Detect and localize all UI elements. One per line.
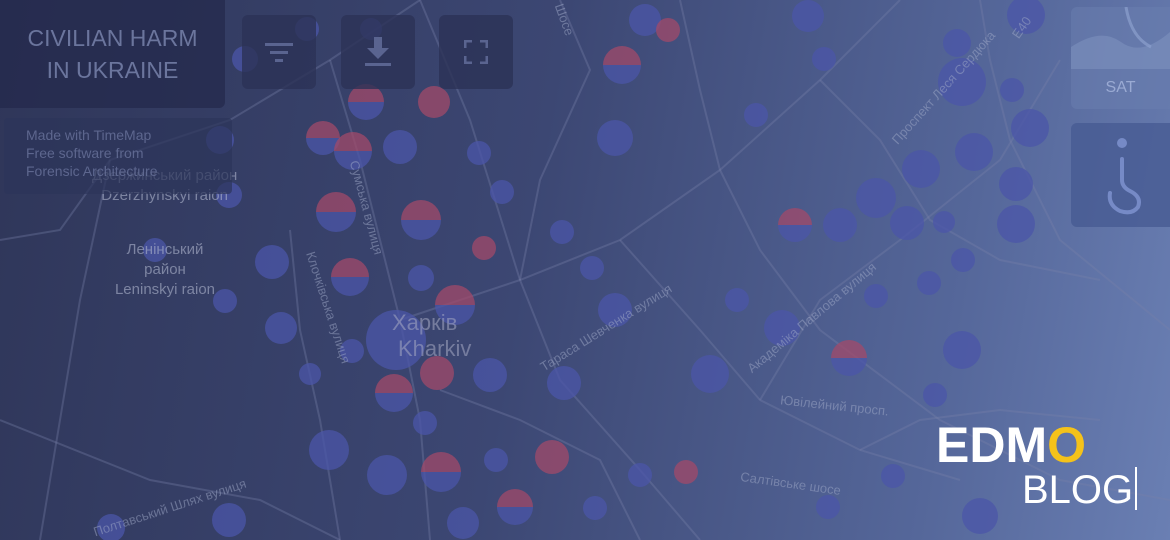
incident-marker[interactable] <box>535 440 569 474</box>
incident-marker[interactable] <box>97 514 125 540</box>
incident-marker[interactable] <box>778 208 812 242</box>
incident-marker[interactable] <box>413 411 437 435</box>
incident-marker[interactable] <box>628 463 652 487</box>
incident-marker[interactable] <box>340 339 364 363</box>
incident-marker[interactable] <box>265 312 297 344</box>
incident-marker[interactable] <box>421 452 461 492</box>
incident-marker[interactable] <box>816 495 840 519</box>
incident-marker[interactable] <box>467 141 491 165</box>
incident-marker[interactable] <box>367 455 407 495</box>
fullscreen-button[interactable] <box>439 15 513 89</box>
incident-marker[interactable] <box>744 103 768 127</box>
incident-marker[interactable] <box>143 238 167 262</box>
incident-marker[interactable] <box>418 86 450 118</box>
incident-marker[interactable] <box>943 331 981 369</box>
title-line-1: CIVILIAN HARM <box>27 25 198 51</box>
sat-label: SAT <box>1105 79 1136 96</box>
edmo-text: EDMO <box>936 417 1086 472</box>
incident-marker[interactable] <box>725 288 749 312</box>
incident-marker[interactable] <box>656 18 680 42</box>
incident-marker[interactable] <box>366 310 426 370</box>
edmo-wordmark: EDMO <box>936 417 1086 473</box>
incident-marker[interactable] <box>213 289 237 313</box>
incident-marker[interactable] <box>691 355 729 393</box>
incident-marker[interactable] <box>583 496 607 520</box>
incident-marker[interactable] <box>497 489 533 525</box>
incident-marker[interactable] <box>917 271 941 295</box>
incident-marker[interactable] <box>484 448 508 472</box>
incident-marker[interactable] <box>1011 109 1049 147</box>
incident-marker[interactable] <box>316 192 356 232</box>
credit-box[interactable]: Made with TimeMap Free software from For… <box>4 118 232 194</box>
incident-marker[interactable] <box>420 356 454 390</box>
incident-marker[interactable] <box>812 47 836 71</box>
fullscreen-icon <box>464 40 488 64</box>
incident-marker[interactable] <box>255 245 289 279</box>
incident-marker[interactable] <box>408 265 434 291</box>
filter-button[interactable] <box>242 15 316 89</box>
incident-marker[interactable] <box>447 507 479 539</box>
incident-marker[interactable] <box>1000 78 1024 102</box>
incident-marker[interactable] <box>598 293 632 327</box>
incident-marker[interactable] <box>902 150 940 188</box>
incident-marker[interactable] <box>473 358 507 392</box>
satellite-toggle[interactable]: SAT <box>1071 7 1170 109</box>
incident-marker[interactable] <box>550 220 574 244</box>
incident-marker[interactable] <box>764 310 800 346</box>
download-button[interactable] <box>341 15 415 89</box>
satellite-thumbnail <box>1071 7 1170 69</box>
text-cursor <box>1135 467 1137 510</box>
incident-marker[interactable] <box>472 236 496 260</box>
incident-marker[interactable] <box>856 178 896 218</box>
help-button[interactable] <box>1071 123 1170 227</box>
edmo-blog-logo: EDMO BLOG <box>936 416 1133 516</box>
incident-marker[interactable] <box>435 285 475 325</box>
incident-marker[interactable] <box>997 205 1035 243</box>
incident-marker[interactable] <box>309 430 349 470</box>
incident-marker[interactable] <box>923 383 947 407</box>
incident-marker[interactable] <box>334 132 372 170</box>
incident-marker[interactable] <box>933 211 955 233</box>
incident-marker[interactable] <box>674 460 698 484</box>
incident-marker[interactable] <box>547 366 581 400</box>
incident-marker[interactable] <box>603 46 641 84</box>
incident-marker[interactable] <box>490 180 514 204</box>
credit-line-2: Free software from <box>26 145 144 161</box>
question-mark-icon <box>1107 138 1141 215</box>
title-line-2: IN UKRAINE <box>46 57 179 83</box>
incident-marker[interactable] <box>951 248 975 272</box>
incident-marker[interactable] <box>375 374 413 412</box>
incident-marker[interactable] <box>943 29 971 57</box>
incident-marker[interactable] <box>401 200 441 240</box>
incident-marker[interactable] <box>383 130 417 164</box>
incident-marker[interactable] <box>792 0 824 32</box>
credit-line-3: Forensic Architecture <box>26 163 158 179</box>
incident-marker[interactable] <box>597 120 633 156</box>
incident-marker[interactable] <box>955 133 993 171</box>
incident-marker[interactable] <box>299 363 321 385</box>
incident-marker[interactable] <box>348 84 384 120</box>
incident-marker[interactable] <box>580 256 604 280</box>
incident-marker[interactable] <box>823 208 857 242</box>
filter-icon <box>265 43 293 62</box>
app-title: CIVILIAN HARM IN UKRAINE <box>0 0 225 108</box>
incident-marker[interactable] <box>938 58 986 106</box>
incident-marker[interactable] <box>1007 0 1045 34</box>
credit-line-1: Made with TimeMap <box>26 127 152 143</box>
incident-marker[interactable] <box>331 258 369 296</box>
incident-marker[interactable] <box>864 284 888 308</box>
edmo-blog-text: BLOG <box>1022 468 1134 512</box>
incident-marker[interactable] <box>831 340 867 376</box>
incident-marker[interactable] <box>999 167 1033 201</box>
incident-marker[interactable] <box>212 503 246 537</box>
incident-marker[interactable] <box>881 464 905 488</box>
download-icon <box>365 37 391 66</box>
incident-marker[interactable] <box>890 206 924 240</box>
